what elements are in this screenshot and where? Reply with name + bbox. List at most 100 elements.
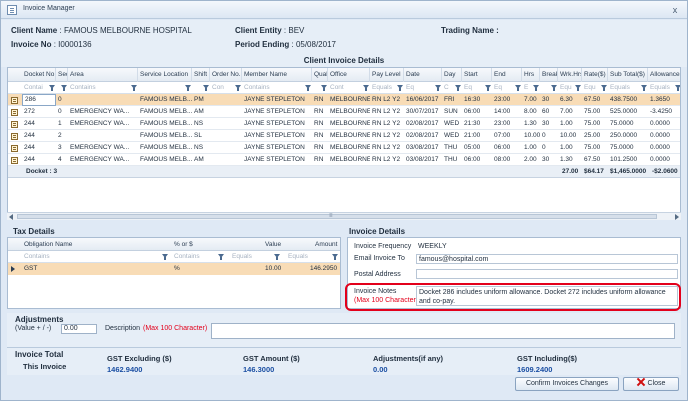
column-header-rate[interactable]: Rate($) xyxy=(582,68,608,82)
docket-icon[interactable] xyxy=(11,145,18,152)
filter-icon[interactable] xyxy=(641,85,647,91)
scroll-thumb[interactable] xyxy=(17,214,657,219)
filter-icon[interactable] xyxy=(305,85,311,91)
filter-icon[interactable] xyxy=(485,85,491,91)
filter-icon[interactable] xyxy=(203,85,209,91)
cell-allowances: 0.0000 xyxy=(650,132,670,139)
table-row[interactable]: 244 2 FAMOUS MELB... SL JAYNE STEPLETON RN MEL… xyxy=(8,130,680,142)
docket-icon[interactable] xyxy=(11,157,18,164)
filter-input-wrk-hrs[interactable]: Equ xyxy=(558,82,574,94)
postal-address-input[interactable] xyxy=(416,269,678,279)
column-header-area[interactable]: Area xyxy=(68,68,138,82)
docket-icon[interactable] xyxy=(11,121,18,128)
filter-icon[interactable] xyxy=(131,85,137,91)
filter-icon[interactable] xyxy=(363,85,369,91)
filter-icon[interactable] xyxy=(218,254,224,260)
tax-filter-obligation[interactable]: Contains xyxy=(22,251,82,263)
table-row[interactable]: 272 0 EMERGENCY WA... FAMOUS MELB... AM JAYNE… xyxy=(8,106,680,118)
column-header-day[interactable]: Day xyxy=(442,68,462,82)
tax-filter-amount[interactable]: Equals xyxy=(286,251,326,263)
column-header-break[interactable]: Break xyxy=(540,68,558,82)
table-row[interactable]: 244 4 EMERGENCY WA... FAMOUS MELB... AM JAYNE… xyxy=(8,154,680,166)
filter-input-order-no[interactable]: Con xyxy=(210,82,234,94)
docket-icon[interactable] xyxy=(11,133,18,140)
filter-icon[interactable] xyxy=(332,254,338,260)
filter-input-rate[interactable]: Equ xyxy=(582,82,600,94)
close-button[interactable]: Close xyxy=(623,377,679,391)
table-row[interactable]: 286 0 FAMOUS MELB... PM JAYNE STEPLETON RN MEL… xyxy=(8,94,680,106)
window-title: Invoice Manager xyxy=(23,5,75,12)
filter-icon[interactable] xyxy=(601,85,607,91)
table-row[interactable]: 244 1 EMERGENCY WA... FAMOUS MELB... NS JAYNE… xyxy=(8,118,680,130)
table-row[interactable]: 244 3 EMERGENCY WA... FAMOUS MELB... NS JAYNE… xyxy=(8,142,680,154)
filter-input-pay-level[interactable]: Equals xyxy=(370,82,396,94)
filter-icon[interactable] xyxy=(455,85,461,91)
filter-icon[interactable] xyxy=(321,85,327,91)
description-input[interactable] xyxy=(211,323,675,339)
filter-input-docket-no[interactable]: Contai xyxy=(22,82,48,94)
column-header-seq[interactable]: Seq. xyxy=(56,68,68,82)
filter-input-start[interactable]: Eq xyxy=(462,82,484,94)
column-header-office[interactable]: Office xyxy=(328,68,370,82)
filter-icon[interactable] xyxy=(551,85,557,91)
row-selector-icon xyxy=(11,266,15,272)
filter-icon[interactable] xyxy=(49,85,55,91)
scroll-right-icon[interactable] xyxy=(675,214,679,220)
adjustment-value-input[interactable]: 0.00 xyxy=(61,324,97,334)
column-header-start[interactable]: Start xyxy=(462,68,492,82)
filter-icon[interactable] xyxy=(435,85,441,91)
filter-input-end[interactable]: Eq xyxy=(492,82,514,94)
column-header-docket-no[interactable]: Docket No xyxy=(22,68,56,82)
tax-filter-value[interactable]: Equals xyxy=(230,251,270,263)
column-header-shift[interactable]: Shift xyxy=(192,68,210,82)
filter-input-day[interactable]: C xyxy=(442,82,454,94)
column-header-order-no[interactable]: Order No. xyxy=(210,68,242,82)
tax-row-selected[interactable]: GST % 10.00 146.2950 xyxy=(8,263,340,275)
filter-icon[interactable] xyxy=(533,85,539,91)
docket-icon[interactable] xyxy=(11,97,18,104)
filter-input-area[interactable]: Contains xyxy=(68,82,130,94)
grid-horizontal-scrollbar[interactable]: ≡ xyxy=(7,212,681,220)
tax-col-amount[interactable]: Amount xyxy=(313,238,341,251)
column-header-end[interactable]: End xyxy=(492,68,522,82)
filter-icon[interactable] xyxy=(162,254,168,260)
window-close-icon[interactable]: x xyxy=(669,4,681,16)
column-header-qual[interactable]: Qual xyxy=(312,68,328,82)
column-header-pay-level[interactable]: Pay Level xyxy=(370,68,404,82)
filter-icon[interactable] xyxy=(515,85,521,91)
scroll-left-icon[interactable] xyxy=(9,214,13,220)
filter-input-date[interactable]: Eq xyxy=(404,82,434,94)
column-header-service-location[interactable]: Service Location xyxy=(138,68,192,82)
cell-service-location: FAMOUS MELB... xyxy=(140,108,192,115)
filter-icon[interactable] xyxy=(397,85,403,91)
cell-pay-level: RN L2 Y2 xyxy=(372,132,401,139)
column-header-hrs[interactable]: Hrs xyxy=(522,68,540,82)
filter-icon[interactable] xyxy=(575,85,581,91)
tax-filter-type[interactable]: Contains xyxy=(172,251,212,263)
tax-col-value[interactable]: Value xyxy=(263,238,283,251)
column-header-wrk-hrs[interactable]: Wrk.Hrs xyxy=(558,68,582,82)
confirm-invoice-changes-button[interactable]: Confirm Invoices Changes xyxy=(515,377,619,391)
filter-icon[interactable] xyxy=(185,85,191,91)
filter-icon[interactable] xyxy=(235,85,241,91)
column-header-date[interactable]: Date xyxy=(404,68,442,82)
filter-input-office[interactable]: Cont xyxy=(328,82,362,94)
email-invoice-input[interactable]: famous@hospital.com xyxy=(416,254,678,264)
filter-input-sub-total[interactable]: Equals xyxy=(608,82,640,94)
invoice-header: Client Name : FAMOUS MELBOURNE HOSPITAL … xyxy=(1,20,687,56)
filter-icon[interactable] xyxy=(675,85,680,91)
filter-icon[interactable] xyxy=(274,254,280,260)
filter-input-hrs[interactable]: E xyxy=(522,82,532,94)
cell-day: SUN xyxy=(444,108,458,115)
column-header-member-name[interactable]: Member Name xyxy=(242,68,312,82)
column-header-sub-total[interactable]: Sub Total($) xyxy=(608,68,648,82)
column-header-allowances[interactable]: Allowances ($ xyxy=(648,68,680,82)
cell-member-name: JAYNE STEPLETON xyxy=(244,132,305,139)
filter-icon[interactable] xyxy=(61,85,67,91)
tax-col-obligation[interactable]: Obligation Name xyxy=(22,238,142,251)
filter-input-member-name[interactable]: Contains xyxy=(242,82,304,94)
tax-col-type[interactable]: % or $ xyxy=(172,238,232,251)
docket-icon[interactable] xyxy=(11,109,18,116)
filter-input-allowances[interactable]: Equals xyxy=(648,82,674,94)
this-invoice-label: This Invoice xyxy=(23,362,67,371)
